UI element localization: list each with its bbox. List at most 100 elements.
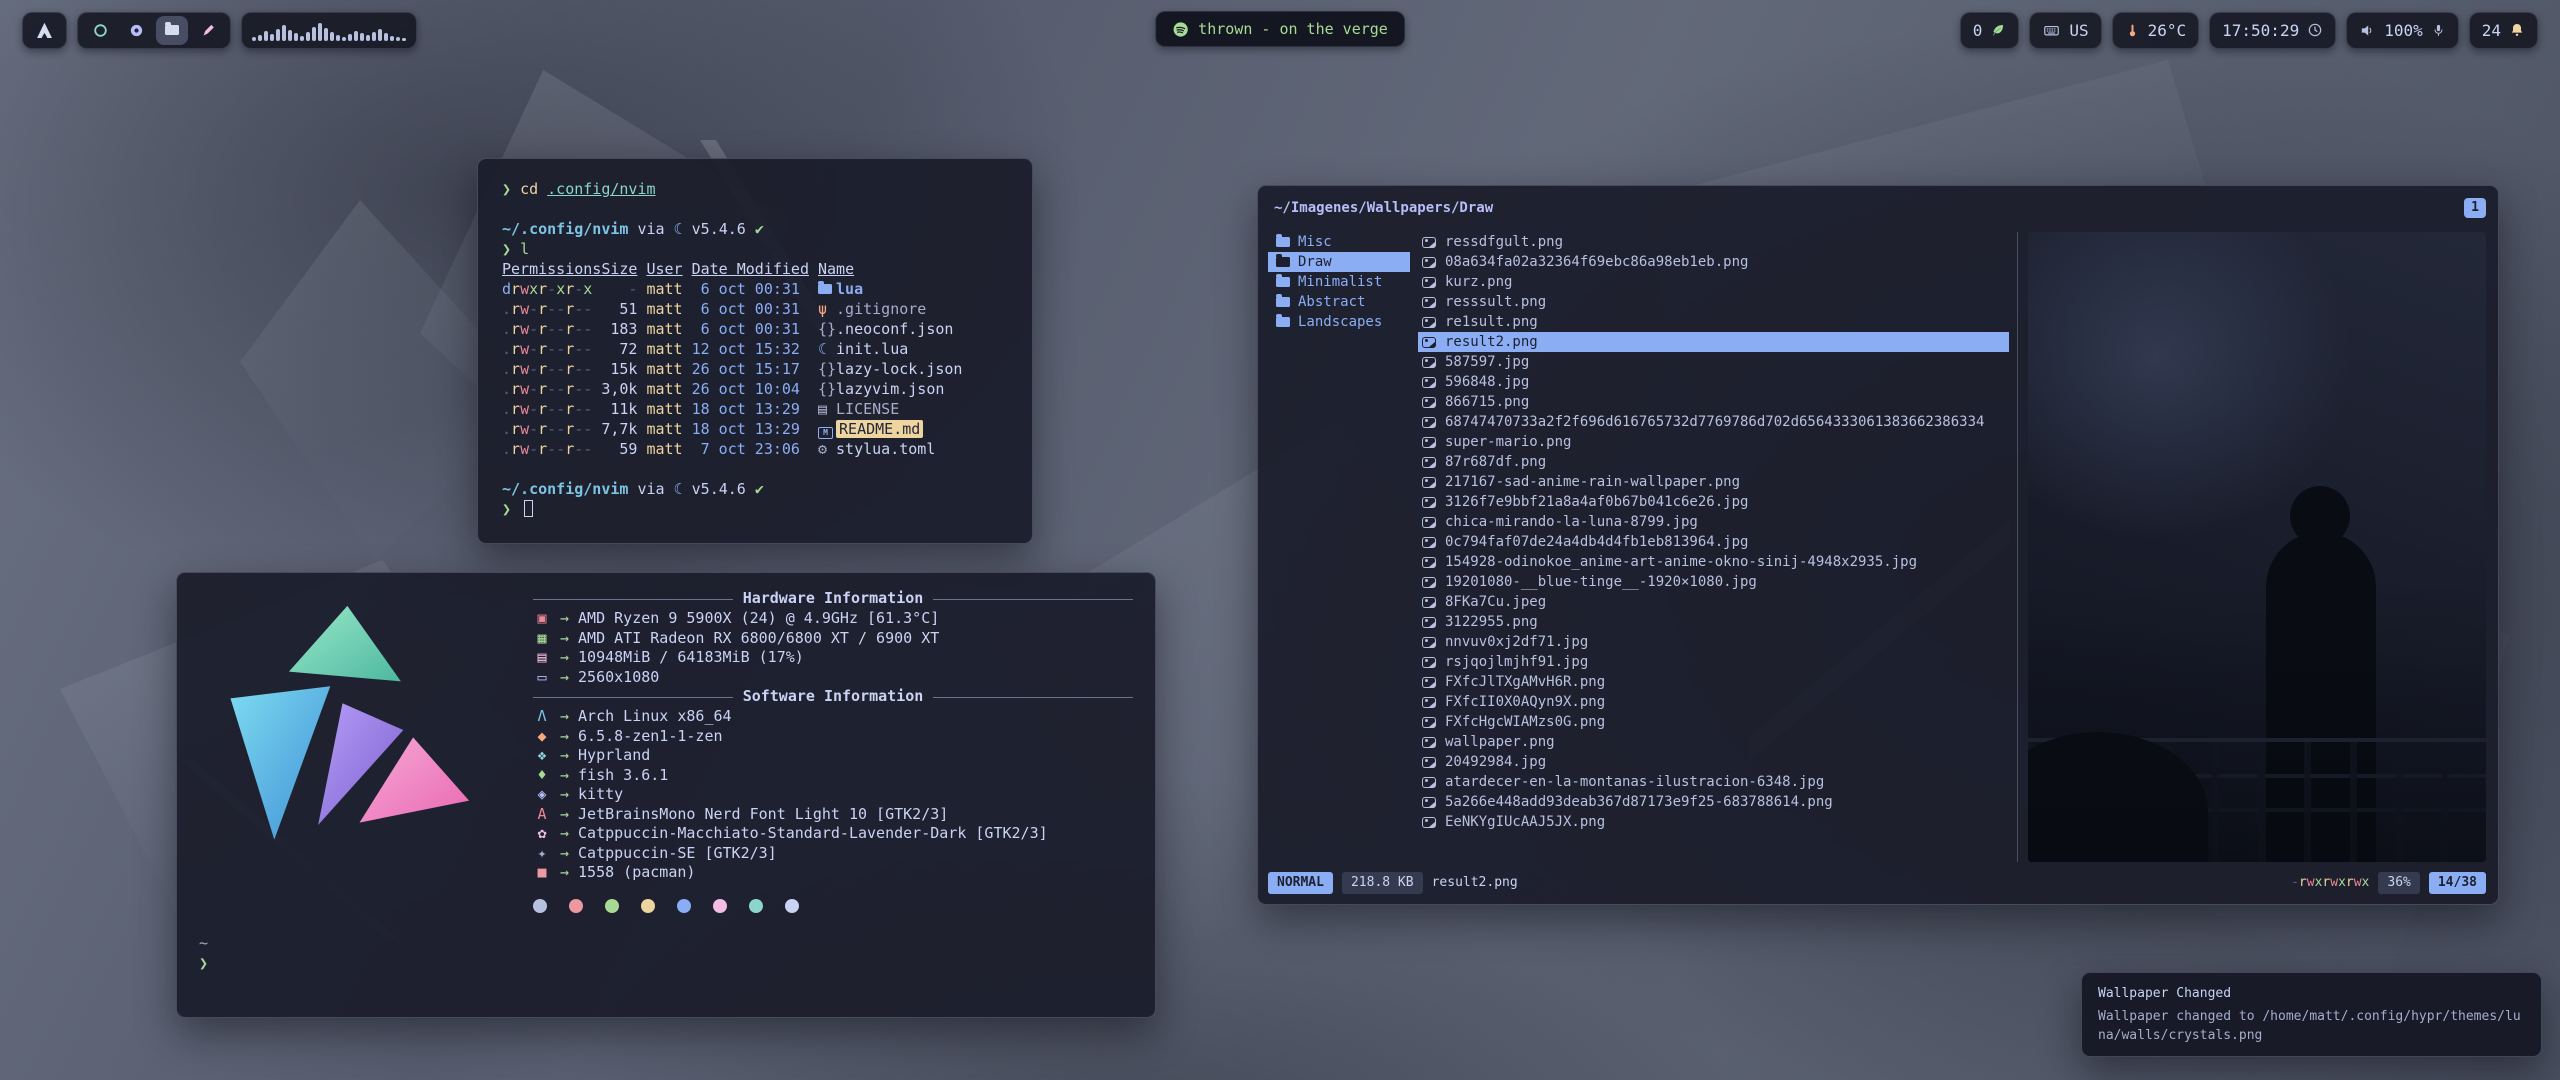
sidebar-folder-abstract[interactable]: Abstract (1268, 292, 1410, 312)
file-item[interactable]: 587597.jpg (1418, 352, 2009, 372)
sidebar-folder-misc[interactable]: Misc (1268, 232, 1410, 252)
fetch-terminal-window[interactable]: Hardware Information▣→AMD Ryzen 9 5900X … (176, 572, 1156, 1018)
notification-popup[interactable]: Wallpaper Changed Wallpaper changed to /… (2081, 972, 2542, 1057)
column-header: Permissions (502, 259, 601, 279)
file-item[interactable]: kurz.png (1418, 272, 2009, 292)
scroll-percent-badge: 36% (2378, 872, 2419, 894)
folder-icon (1276, 257, 1290, 267)
notifications-module[interactable]: 24 (2469, 12, 2538, 49)
file-item[interactable]: nnvuv0xj2df71.jpg (1418, 632, 2009, 652)
file-name: LICENSE (836, 400, 899, 418)
fetch-value: Hyprland (578, 746, 650, 766)
file-item[interactable]: atardecer-en-la-montanas-ilustracion-634… (1418, 772, 2009, 792)
file-manager-window[interactable]: ~/Imagenes/Wallpapers/Draw 1 MiscDrawMin… (1257, 185, 2499, 905)
table-row: .rw-r--r--72matt12 oct 15:32☾init.lua (502, 339, 1008, 359)
package-leaf-icon (1990, 22, 2006, 38)
fetch-palette (199, 899, 1133, 913)
file-item[interactable]: chica-mirando-la-luna-8799.jpg (1418, 512, 2009, 532)
resolution-icon: ▭ (533, 668, 551, 688)
file-item[interactable]: 5a266e448add93deab367d87173e9f25-6837886… (1418, 792, 2009, 812)
kernel-icon: ◆ (533, 727, 551, 747)
file-name: 08a634fa02a32364f69ebc86a98eb1eb.png (1445, 252, 1748, 272)
visualizer-bar (252, 37, 256, 41)
updates-module[interactable]: 0 (1960, 12, 2020, 49)
folder-icon (1276, 237, 1290, 247)
clock-module[interactable]: 17:50:29 (2209, 12, 2336, 49)
workspace-button-1[interactable] (84, 16, 116, 45)
fetch-line: Λ→Arch Linux x86_64 (533, 707, 1133, 727)
mode-badge: NORMAL (1268, 872, 1333, 894)
file-item[interactable]: 596848.jpg (1418, 372, 2009, 392)
file-manager-statusbar: NORMAL 218.8 KB result2.png -rwxrwxrwx 3… (1268, 870, 2486, 895)
workspace-button-2[interactable] (120, 16, 152, 45)
cwd-line: ~/.config/nvim via ☾ v5.4.6 ✔ (502, 479, 1008, 499)
workspace-button-4[interactable] (192, 16, 224, 45)
file-name: README.md (836, 420, 923, 438)
volume-module[interactable]: 100% (2346, 12, 2459, 49)
file-item[interactable]: 08a634fa02a32364f69ebc86a98eb1eb.png (1418, 252, 2009, 272)
file-name: ressdfgult.png (1445, 232, 1563, 252)
temperature-module[interactable]: 26°C (2112, 12, 2200, 49)
clock-icon (2307, 22, 2323, 38)
sidebar-folder-landscapes[interactable]: Landscapes (1268, 312, 1410, 332)
packages-icon: ■ (533, 863, 551, 883)
json-icon: {} (818, 359, 836, 379)
launcher-button[interactable] (22, 12, 67, 49)
terminal-icon: ◈ (533, 785, 551, 805)
fetch-value: 2560x1080 (578, 668, 659, 688)
file-name: resssult.png (1445, 292, 1546, 312)
file-item[interactable]: 866715.png (1418, 392, 2009, 412)
audio-visualizer[interactable] (241, 12, 417, 49)
file-item[interactable]: FXfcHgcWIAMzs0G.png (1418, 712, 2009, 732)
music-player-module[interactable]: thrown - on the verge (1155, 11, 1405, 47)
file-item[interactable]: 217167-sad-anime-rain-wallpaper.png (1418, 472, 2009, 492)
sidebar-folder-draw[interactable]: Draw (1268, 252, 1410, 272)
file-item[interactable]: 3122955.png (1418, 612, 2009, 632)
file-item[interactable]: 154928-odinokoe_anime-art-anime-okno-sin… (1418, 552, 2009, 572)
tab-badge[interactable]: 1 (2464, 198, 2486, 218)
file-item[interactable]: result2.png (1418, 332, 2009, 352)
prompt-symbol: ❯ (199, 953, 1133, 973)
image-file-icon (1422, 657, 1436, 668)
file-item[interactable]: 68747470733a2f2f696d616765732d7769786d70… (1418, 412, 2009, 432)
via-label: via (637, 480, 664, 498)
visualizer-bar (306, 32, 310, 41)
command-line: ❯ cd .config/nvim (502, 179, 1008, 199)
arrow-icon: → (560, 629, 569, 649)
column-header: User (646, 259, 682, 279)
image-file-icon (1422, 717, 1436, 728)
sidebar-folder-minimalist[interactable]: Minimalist (1268, 272, 1410, 292)
file-item[interactable]: ressdfgult.png (1418, 232, 2009, 252)
fetch-line: A→JetBrainsMono Nerd Font Light 10 [GTK2… (533, 805, 1133, 825)
workspace-button-3[interactable] (156, 16, 188, 45)
file-item[interactable]: re1sult.png (1418, 312, 2009, 332)
file-item[interactable]: super-mario.png (1418, 432, 2009, 452)
file-item[interactable]: 87r687df.png (1418, 452, 2009, 472)
file-item[interactable]: FXfcJlTXgAMvH6R.png (1418, 672, 2009, 692)
file-item[interactable]: rsjqojlmjhf91.jpg (1418, 652, 2009, 672)
keyboard-layout-module[interactable]: US (2029, 12, 2101, 49)
file-name: FXfcJlTXgAMvH6R.png (1445, 672, 1605, 692)
fetch-value: Arch Linux x86_64 (578, 707, 732, 727)
breadcrumb-path: ~/Imagenes/Wallpapers/Draw (1274, 198, 1493, 218)
file-item[interactable]: 19201080-__blue-tinge__-1920×1080.jpg (1418, 572, 2009, 592)
image-file-icon (1422, 337, 1436, 348)
file-item[interactable]: 8FKa7Cu.jpeg (1418, 592, 2009, 612)
file-name: wallpaper.png (1445, 732, 1555, 752)
file-name: .neoconf.json (836, 320, 953, 338)
palette-dot (569, 899, 583, 913)
file-item[interactable]: 20492984.jpg (1418, 752, 2009, 772)
file-item[interactable]: FXfcII0X0AQyn9X.png (1418, 692, 2009, 712)
file-item[interactable]: EeNKYgIUcAAJ5JX.png (1418, 812, 2009, 832)
file-item[interactable]: 3126f7e9bbf21a8a4af0b67b041c6e26.jpg (1418, 492, 2009, 512)
arch-logo-icon (35, 21, 54, 40)
topbar-right-group: 0 US 26°C 17:50:29 100% 24 (1960, 12, 2538, 49)
file-item[interactable]: 0c794faf07de24a4db4d4fb1eb813964.jpg (1418, 532, 2009, 552)
file-item[interactable]: wallpaper.png (1418, 732, 2009, 752)
updates-count: 0 (1973, 21, 1983, 40)
toml-icon: ⚙ (818, 439, 836, 459)
file-name: 87r687df.png (1445, 452, 1546, 472)
microphone-icon (2431, 23, 2446, 38)
terminal-window[interactable]: ❯ cd .config/nvim ~/.config/nvim via ☾ v… (477, 158, 1033, 544)
file-item[interactable]: resssult.png (1418, 292, 2009, 312)
